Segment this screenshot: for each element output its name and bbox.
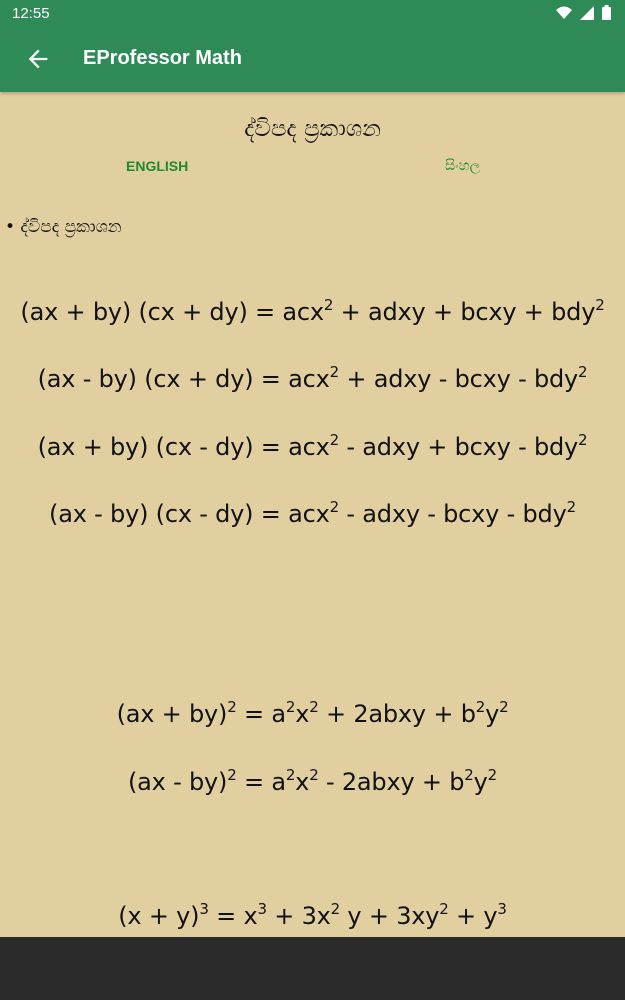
signal-icon [580, 5, 594, 20]
square-equation-2: (ax - by)2 = a2x2 - 2abxy + b2y2 [128, 766, 497, 797]
square-equation-1: (ax + by)2 = a2x2 + 2abxy + b2y2 [116, 698, 509, 729]
navigation-bar [0, 937, 625, 1000]
status-time: 12:55 [12, 5, 50, 22]
page-title: ද්විපද ප්‍රකාශන [244, 116, 381, 142]
battery-icon [602, 5, 611, 20]
cube-equation: (x + y)3 = x3 + 3x2 y + 3xy2 + y3 [118, 900, 507, 931]
back-arrow-icon[interactable] [24, 45, 52, 73]
status-icons [556, 5, 611, 20]
app-bar: EProfessor Math [0, 27, 625, 92]
section-bullet: • ද්විපද ප්‍රකාශන [5, 217, 122, 237]
equation-4: (ax - by) (cx - dy) = acx2 - adxy - bcxy… [49, 498, 576, 529]
equation-3: (ax + by) (cx - dy) = acx2 - adxy + bcxy… [37, 431, 588, 462]
app-title: EProfessor Math [83, 47, 242, 69]
equation-2: (ax - by) (cx + dy) = acx2 + adxy - bcxy… [37, 363, 588, 394]
wifi-icon [556, 6, 572, 19]
equation-1: (ax + by) (cx + dy) = acx2 + adxy + bcxy… [20, 296, 605, 327]
status-bar: 12:55 [0, 0, 625, 27]
sinhala-button[interactable]: සිංහල [445, 158, 480, 174]
english-button[interactable]: ENGLISH [126, 158, 188, 174]
